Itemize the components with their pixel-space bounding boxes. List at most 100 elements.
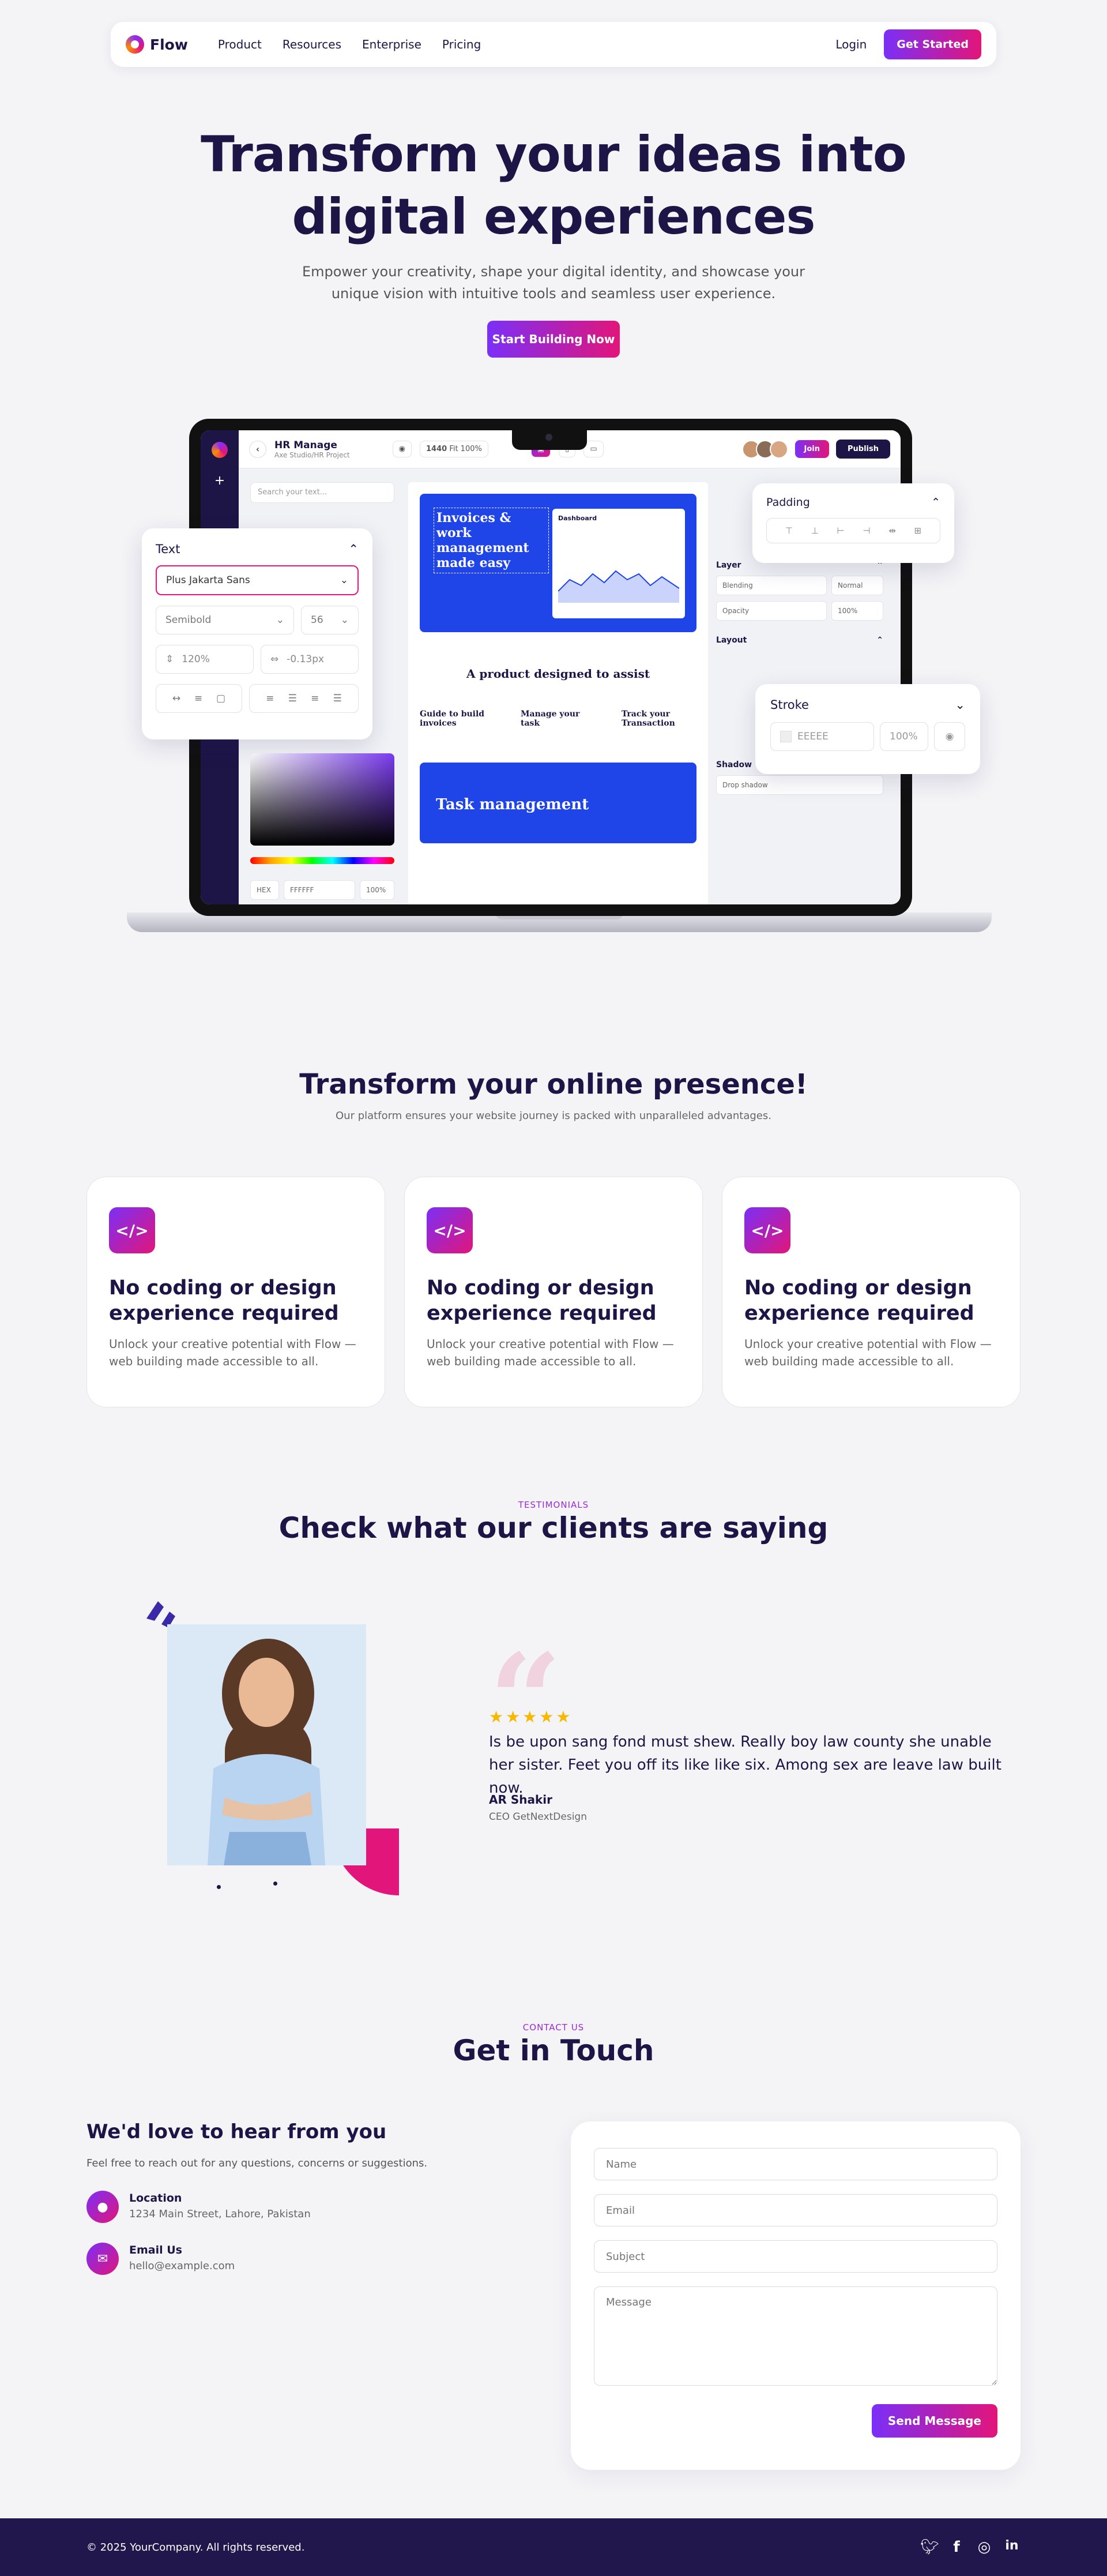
- shadow-select[interactable]: Drop shadow: [716, 775, 883, 795]
- add-icon[interactable]: +: [212, 473, 228, 489]
- line-height-value: 120%: [182, 654, 210, 665]
- padding-horizontal-icon[interactable]: ⇹: [888, 525, 896, 536]
- nav-link-product[interactable]: Product: [218, 37, 262, 51]
- email-label: Email Us: [129, 2244, 182, 2256]
- line-height-input[interactable]: ⇕ 120%: [156, 645, 254, 674]
- canvas-heading: A product designed to assist: [466, 667, 650, 681]
- feature-card: </> No coding or design experience requi…: [86, 1177, 385, 1407]
- chevron-up-icon[interactable]: ⌃: [931, 496, 940, 509]
- get-started-button[interactable]: Get Started: [884, 29, 981, 59]
- email-value[interactable]: hello@example.com: [129, 2260, 235, 2272]
- eye-icon[interactable]: ◉: [934, 722, 965, 751]
- padding-all-icon[interactable]: ⊞: [914, 525, 922, 536]
- hero-subtitle: Empower your creativity, shape your digi…: [300, 261, 807, 305]
- start-building-button[interactable]: Start Building Now: [487, 321, 620, 358]
- color-picker[interactable]: [250, 753, 394, 846]
- contact-heading: We'd love to hear from you: [86, 2120, 387, 2143]
- nav-link-enterprise[interactable]: Enterprise: [362, 37, 421, 51]
- padding-top-icon[interactable]: ⊤: [785, 525, 793, 536]
- linkedin-icon[interactable]: in: [1003, 2539, 1021, 2556]
- location-pin-icon: ●: [86, 2191, 119, 2223]
- instagram-icon[interactable]: ◎: [976, 2539, 993, 2556]
- text-panel: Text ⌃ Plus Jakarta Sans ⌄ Semibold ⌄ 56 ⌄ ⇕…: [142, 528, 372, 739]
- align-justify-icon[interactable]: ☰: [333, 693, 342, 704]
- preview-icon[interactable]: ◉: [392, 441, 412, 457]
- testimonial-name: AR Shakir: [489, 1793, 552, 1807]
- login-link[interactable]: Login: [835, 37, 867, 51]
- font-weight-value: Semibold: [165, 614, 212, 626]
- dashboard-area-chart: [558, 570, 680, 603]
- message-input[interactable]: [594, 2286, 997, 2386]
- feature-card-title: No coding or design experience required: [744, 1276, 974, 1325]
- size-value: 1440: [426, 445, 447, 453]
- code-icon: </>: [109, 1207, 155, 1253]
- location-label: Location: [129, 2192, 182, 2205]
- app-logo-icon: [212, 442, 228, 458]
- letter-spacing-icon: ⇔: [270, 654, 279, 665]
- features-title: Transform your online presence!: [299, 1068, 808, 1101]
- decor-dot: [273, 1882, 277, 1886]
- feature-card-text: Unlock your creative potential with Flow…: [109, 1337, 356, 1368]
- hex-opacity-input[interactable]: 100%: [360, 880, 394, 900]
- opacity-input[interactable]: 100%: [831, 601, 883, 621]
- canvas-feature: Guide to build invoices: [420, 709, 485, 728]
- search-text-input[interactable]: Search your text...: [250, 482, 394, 503]
- padding-bottom-icon[interactable]: ⊥: [811, 525, 819, 536]
- back-icon[interactable]: ‹: [249, 440, 266, 458]
- align-left-icon[interactable]: ≡: [266, 693, 274, 704]
- decor-dot: [217, 1885, 221, 1889]
- chevron-up-icon[interactable]: ⌃: [876, 636, 883, 645]
- color-swatch: [780, 731, 792, 742]
- align-center-icon[interactable]: ☰: [288, 693, 297, 704]
- size-field[interactable]: 1440 Fit 100%: [419, 441, 488, 457]
- brand-logo[interactable]: Flow: [126, 35, 188, 54]
- chevron-down-icon[interactable]: ⌄: [955, 698, 965, 712]
- width-icon[interactable]: ↔: [172, 693, 180, 704]
- send-message-button[interactable]: Send Message: [871, 2404, 997, 2438]
- blending-label: Blending: [716, 576, 827, 595]
- avatar: [769, 440, 788, 459]
- stroke-color-input[interactable]: EEEEE: [770, 722, 874, 751]
- feature-card: </> No coding or design experience requi…: [404, 1177, 703, 1407]
- font-size-select[interactable]: 56 ⌄: [301, 606, 359, 634]
- hex-input[interactable]: FFFFFF: [284, 880, 355, 900]
- subject-input[interactable]: [594, 2240, 997, 2273]
- padding-left-icon[interactable]: ⊢: [837, 525, 845, 536]
- feature-card-title: No coding or design experience required: [427, 1276, 657, 1325]
- hero-title-line1: Transform your ideas into: [201, 126, 907, 183]
- contact-title: Get in Touch: [453, 2034, 654, 2067]
- task-banner: Task management: [420, 763, 696, 843]
- font-weight-select[interactable]: Semibold ⌄: [156, 606, 294, 634]
- nav-link-pricing[interactable]: Pricing: [442, 37, 481, 51]
- font-size-value: 56: [311, 614, 323, 626]
- flow-logo-icon: [126, 35, 144, 54]
- facebook-icon[interactable]: f: [948, 2539, 965, 2556]
- banner-title[interactable]: Invoices & work management made easy: [434, 508, 549, 573]
- hue-slider[interactable]: [250, 857, 394, 864]
- location-value: 1234 Main Street, Lahore, Pakistan: [129, 2208, 311, 2220]
- stroke-opacity-input[interactable]: 100%: [880, 722, 928, 751]
- contact-text: Feel free to reach out for any questions…: [86, 2157, 428, 2169]
- chevron-up-icon[interactable]: ⌃: [348, 542, 359, 556]
- feature-card-text: Unlock your creative potential with Flow…: [744, 1337, 992, 1368]
- box-icon[interactable]: ▢: [216, 693, 225, 704]
- feature-card: </> No coding or design experience requi…: [722, 1177, 1021, 1407]
- layer-label: Layer: [716, 561, 741, 570]
- chevron-down-icon: ⌄: [276, 614, 284, 626]
- letter-spacing-input[interactable]: ⇔ -0.13px: [261, 645, 359, 674]
- doc-title: HR Manage: [274, 439, 337, 451]
- email-input[interactable]: [594, 2194, 997, 2226]
- nav-link-resources[interactable]: Resources: [283, 37, 341, 51]
- blending-select[interactable]: Normal: [831, 576, 883, 595]
- join-button[interactable]: Join: [795, 440, 829, 458]
- padding-right-icon[interactable]: ⊣: [863, 525, 870, 536]
- nav-links: Product Resources Enterprise Pricing: [218, 37, 481, 51]
- publish-button[interactable]: Publish: [836, 440, 890, 459]
- layout-label: Layout: [716, 636, 747, 645]
- color-mode-select[interactable]: HEX: [250, 880, 279, 900]
- name-input[interactable]: [594, 2148, 997, 2180]
- align-left-icon[interactable]: ≡: [194, 693, 202, 704]
- twitter-icon[interactable]: 🐦︎: [920, 2539, 939, 2556]
- font-family-select[interactable]: Plus Jakarta Sans ⌄: [156, 565, 359, 595]
- align-right-icon[interactable]: ≡: [311, 693, 319, 704]
